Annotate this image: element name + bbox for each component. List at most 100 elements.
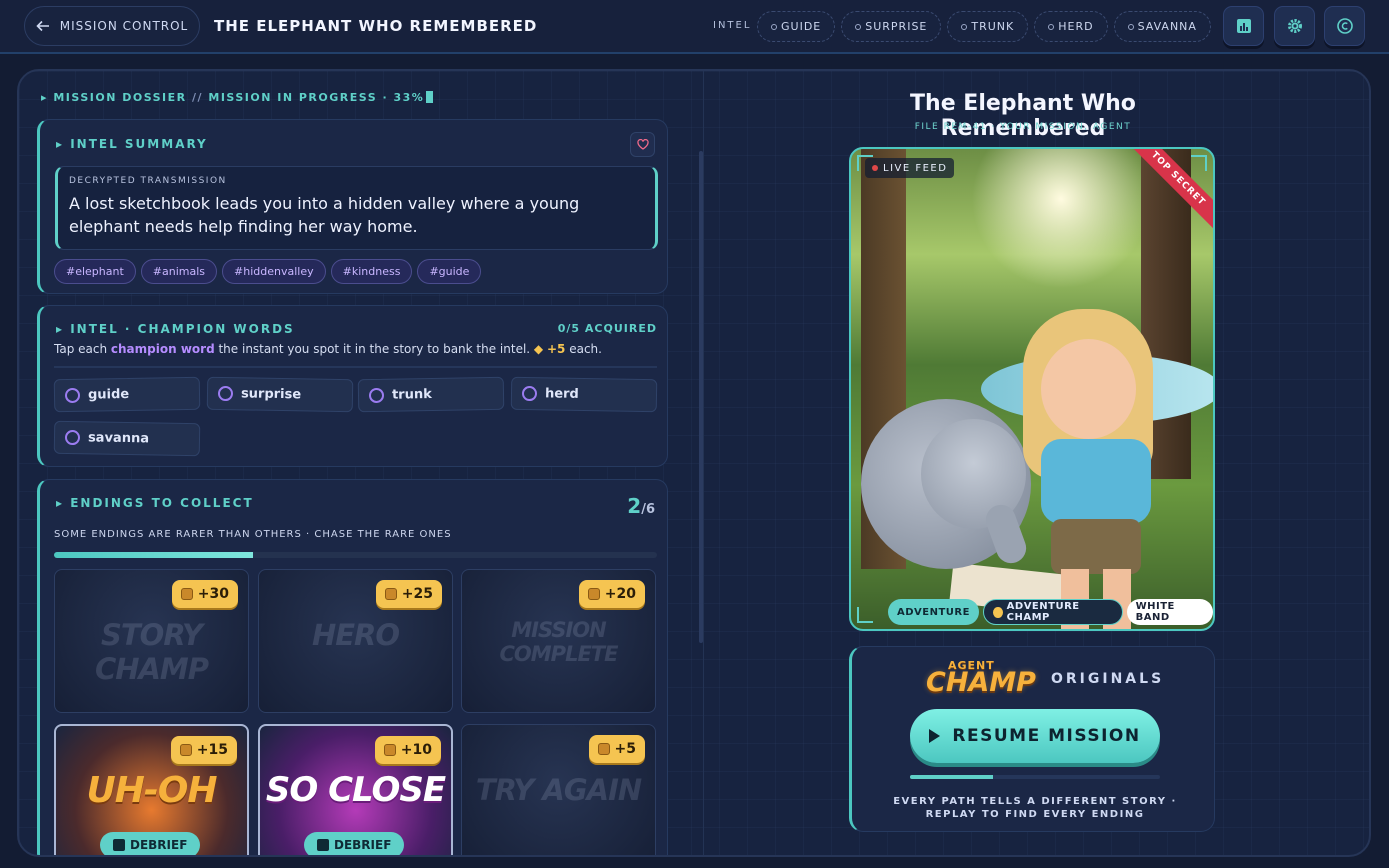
endings-title-text: ENDINGS TO COLLECT: [70, 496, 254, 510]
coin-bag-icon: [587, 588, 600, 600]
intel-label: INTEL: [713, 20, 752, 31]
circle-icon: [1048, 23, 1055, 30]
originals-label: ORIGINALS: [1051, 671, 1165, 687]
frame-corner: [1191, 155, 1207, 171]
endings-subtitle: SOME ENDINGS ARE RARER THAN OTHERS · CHA…: [54, 529, 452, 540]
heart-icon: [636, 139, 649, 150]
intel-chip-surprise[interactable]: SURPRISE: [841, 11, 942, 42]
champion-word-savanna[interactable]: savanna: [53, 420, 201, 457]
champion-word-guide[interactable]: guide: [53, 376, 201, 413]
girl-illustration: [1041, 439, 1151, 524]
gear-icon: [1287, 19, 1302, 33]
endings-title: ▸ ENDINGS TO COLLECT: [56, 496, 254, 510]
coin-bag-icon: [180, 588, 193, 600]
target-icon: [64, 387, 81, 404]
circle-icon: [1127, 23, 1134, 30]
reward-value: +30: [197, 586, 229, 602]
word-label: trunk: [391, 386, 432, 403]
copyright-button[interactable]: [1324, 6, 1365, 46]
instr-bonus: +5: [546, 342, 566, 356]
endings-panel: ▸ ENDINGS TO COLLECT 2/6 SOME ENDINGS AR…: [37, 479, 668, 855]
ending-card-try-again[interactable]: +5 TRY AGAIN: [461, 724, 656, 855]
debrief-button[interactable]: DEBRIEF: [304, 832, 405, 855]
intel-chip-guide[interactable]: GUIDE: [757, 11, 836, 42]
ending-name: HERO: [311, 618, 400, 652]
reward-badge: +30: [171, 580, 238, 608]
dossier-column[interactable]: ▸ MISSION DOSSIER // MISSION IN PROGRESS…: [19, 71, 684, 855]
settings-button[interactable]: [1274, 6, 1315, 46]
intel-chip-list: GUIDE SURPRISE TRUNK HERD SAVANNA: [757, 11, 1211, 42]
question-icon: [113, 839, 125, 851]
tag-guide[interactable]: #guide: [417, 259, 482, 284]
target-icon: [217, 385, 234, 402]
ending-card-mission-complete[interactable]: +20 MISSION COMPLETE: [461, 569, 656, 713]
target-icon: [368, 387, 385, 404]
back-to-mission-control-button[interactable]: MISSION CONTROL: [24, 6, 200, 46]
agent-champ-logo: AGENT CHAMP: [926, 659, 1042, 701]
band-tag[interactable]: WHITE BAND: [1126, 599, 1213, 625]
word-label: guide: [87, 386, 130, 403]
champion-words-instructions: Tap each champion word the instant you s…: [54, 342, 602, 356]
question-icon: [317, 839, 329, 851]
caret-right-icon: ▸: [56, 322, 71, 336]
champion-words-title: ▸ INTEL · CHAMPION WORDS: [56, 322, 295, 336]
intel-chip-savanna[interactable]: SAVANNA: [1113, 11, 1211, 42]
ending-card-so-close[interactable]: +10 SO CLOSE DEBRIEF: [258, 724, 453, 855]
endings-total: /6: [641, 502, 655, 517]
tag-kindness[interactable]: #kindness: [330, 259, 413, 284]
debrief-button[interactable]: DEBRIEF: [100, 832, 201, 855]
instr-text: Tap each: [54, 342, 111, 356]
dossier-header: ▸ MISSION DOSSIER // MISSION IN PROGRESS…: [41, 91, 434, 104]
reward-value: +25: [401, 586, 433, 602]
intel-chip-trunk[interactable]: TRUNK: [947, 11, 1029, 42]
endings-progress-fill: [54, 552, 253, 558]
reward-value: +5: [614, 741, 636, 757]
coin-bag-icon: [179, 744, 192, 756]
intel-summary-title-text: INTEL SUMMARY: [70, 137, 208, 151]
reward-badge: +5: [588, 735, 645, 763]
divider: [54, 366, 657, 368]
leaderboard-button[interactable]: [1223, 6, 1264, 46]
champion-word-surprise[interactable]: surprise: [206, 376, 354, 413]
champion-word-herd[interactable]: herd: [510, 376, 658, 413]
mission-progress-fill: [910, 775, 993, 779]
live-feed-badge: LIVE FEED: [865, 158, 955, 178]
logo-main-text: CHAMP: [926, 667, 1036, 698]
instr-highlight: champion word: [110, 342, 215, 356]
mission-progress-bar: [910, 775, 1160, 779]
ending-card-hero[interactable]: +25 HERO: [258, 569, 453, 713]
transmission-text: A lost sketchbook leads you into a hidde…: [69, 194, 580, 236]
chip-label: TRUNK: [971, 20, 1015, 33]
favorite-button[interactable]: [630, 132, 655, 157]
ending-name: SO CLOSE: [265, 770, 446, 810]
book-cover[interactable]: LIVE FEED TOP SECRET ADVENTURE ADVENTURE…: [849, 147, 1215, 631]
reward-value: +10: [400, 742, 432, 758]
cover-illustration: [971, 149, 1151, 289]
arrow-left-icon: [36, 20, 49, 32]
badge-tag-label: ADVENTURE CHAMP: [1006, 601, 1080, 623]
cursor-block-icon: [426, 91, 434, 103]
instr-text: the instant you spot it in the story to …: [214, 342, 534, 356]
chip-label: HERD: [1058, 20, 1094, 33]
tag-list: #elephant #animals #hiddenvalley #kindne…: [54, 259, 482, 284]
champion-word-trunk[interactable]: trunk: [357, 376, 505, 413]
ending-card-uh-oh[interactable]: +15 UH-OH DEBRIEF: [54, 724, 249, 855]
badge-tag[interactable]: ADVENTURE CHAMP: [982, 599, 1123, 625]
tag-elephant[interactable]: #elephant: [54, 259, 136, 284]
word-label: herd: [544, 386, 579, 402]
ending-name: STORY CHAMP: [94, 618, 209, 686]
girl-illustration: [1041, 339, 1136, 439]
record-dot-icon: [872, 165, 878, 171]
reward-badge: +15: [170, 736, 237, 764]
reward-value: +15: [196, 742, 228, 758]
page-title: THE ELEPHANT WHO REMEMBERED: [214, 17, 538, 35]
tag-animals[interactable]: #animals: [140, 259, 218, 284]
resume-mission-button[interactable]: RESUME MISSION: [910, 709, 1160, 763]
ending-card-story-champ[interactable]: +30 STORY CHAMP: [54, 569, 249, 713]
coin-bag-icon: [597, 743, 610, 755]
coin-bag-icon: ◆: [533, 342, 544, 356]
genre-tag[interactable]: ADVENTURE: [888, 599, 979, 625]
intel-chip-herd[interactable]: HERD: [1034, 11, 1108, 42]
tag-hiddenvalley[interactable]: #hiddenvalley: [222, 259, 326, 284]
book-title: The Elephant Who Remembered: [910, 91, 1136, 141]
